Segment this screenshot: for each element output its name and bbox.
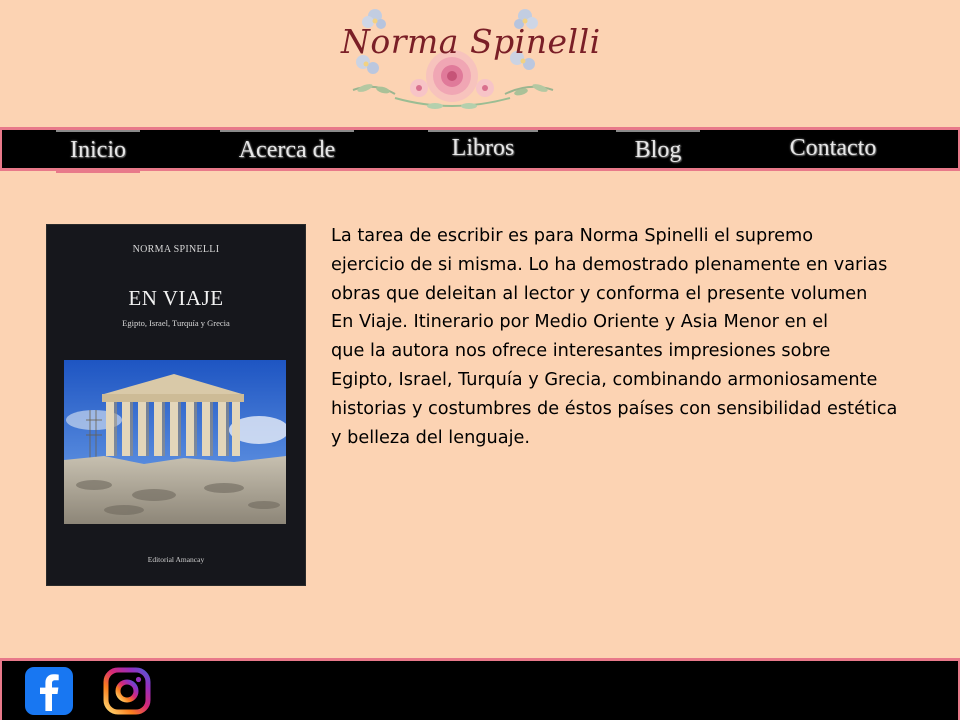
cover-publisher: Editorial Amancay xyxy=(147,555,205,564)
nav-item-libros[interactable]: Libros xyxy=(428,130,538,170)
description-line: y belleza del lenguaje. xyxy=(331,427,531,448)
description-line: En Viaje. Itinerario por Medio Oriente y… xyxy=(331,312,829,333)
floral-wreath-icon xyxy=(352,9,554,109)
cover-author: NORMA SPINELLI xyxy=(132,244,220,255)
book-description: La tarea de escribir es para Norma Spine… xyxy=(331,222,951,452)
site-logo[interactable]: Norma Spinelli xyxy=(335,2,601,124)
logo-text: Norma Spinelli xyxy=(341,22,601,61)
facebook-icon xyxy=(25,667,73,715)
description-line: historias y costumbres de éstos países c… xyxy=(331,398,898,419)
main-nav: Inicio Acerca de Libros Blog Contacto xyxy=(0,127,960,173)
description-line: obras que deleitan al lector y conforma … xyxy=(331,283,868,304)
description-line: ejercicio de si misma. Lo ha demostrado … xyxy=(331,254,888,275)
instagram-link[interactable] xyxy=(102,666,152,716)
description-line: que la autora nos ofrece interesantes im… xyxy=(331,341,831,362)
nav-item-contacto[interactable]: Contacto xyxy=(774,130,892,168)
nav-item-acerca-de[interactable]: Acerca de xyxy=(220,130,354,170)
nav-item-blog[interactable]: Blog xyxy=(616,130,700,170)
parthenon-photo xyxy=(64,360,286,524)
book-cover-image: NORMA SPINELLI EN VIAJE Egipto, Israel, … xyxy=(46,224,306,586)
description-line: Egipto, Israel, Turquía y Grecia, combin… xyxy=(331,369,878,390)
cover-title: EN VIAJE xyxy=(128,286,224,310)
description-line: La tarea de escribir es para Norma Spine… xyxy=(331,226,814,246)
facebook-link[interactable] xyxy=(24,666,74,716)
site-footer xyxy=(0,658,960,720)
cover-subtitle: Egipto, Israel, Turquía y Grecia xyxy=(122,318,230,328)
nav-item-inicio[interactable]: Inicio xyxy=(56,130,140,173)
instagram-icon xyxy=(103,667,151,715)
